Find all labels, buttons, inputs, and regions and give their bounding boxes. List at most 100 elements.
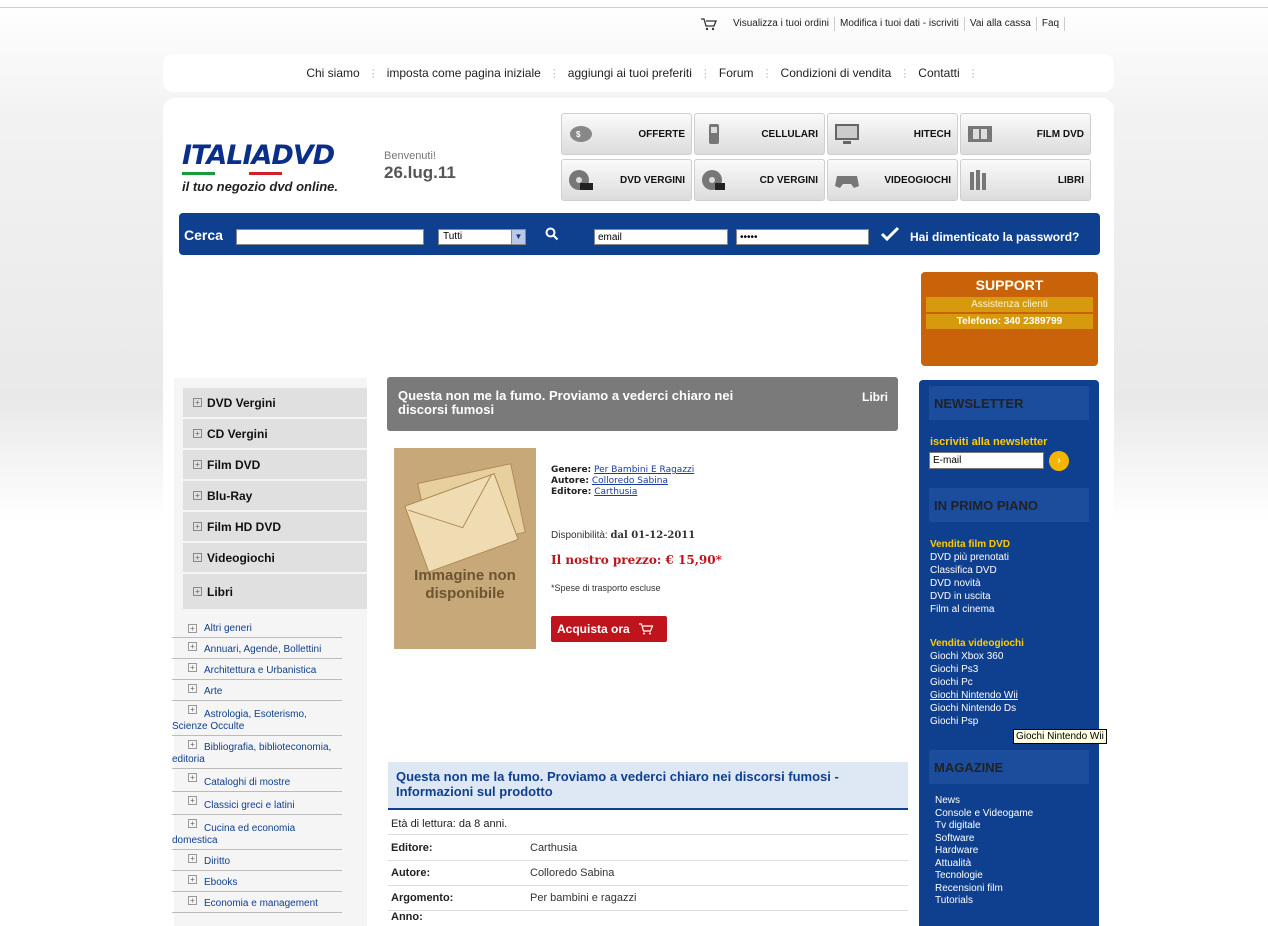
books-icon xyxy=(967,169,993,191)
menu-item-film-hd-dvd[interactable]: + Film HD DVD xyxy=(183,512,367,543)
magazine-item[interactable]: Software xyxy=(935,833,1033,846)
submenu-item[interactable]: + Architettura e Urbanistica xyxy=(172,659,342,680)
password-field[interactable] xyxy=(736,229,869,245)
nav-forum[interactable]: Forum xyxy=(711,66,762,80)
genere-link[interactable]: Per Bambini E Ragazzi xyxy=(594,465,694,475)
libri-submenu: + Altri generi + Annuari, Agende, Bolletti… xyxy=(172,620,342,913)
submenu-item[interactable]: + Cataloghi di mostre xyxy=(172,769,342,792)
table-row: Editore: Carthusia xyxy=(388,836,908,861)
checkmark-icon[interactable] xyxy=(880,226,900,242)
search-icon[interactable] xyxy=(545,227,559,241)
toplink-checkout[interactable]: Vai alla cassa xyxy=(965,17,1037,31)
toplink-orders[interactable]: Visualizza i tuoi ordini xyxy=(728,17,835,31)
no-image-text: Immagine non disponibile xyxy=(414,567,516,602)
nav-contacts[interactable]: Contatti xyxy=(910,66,967,80)
newsletter-email-input[interactable] xyxy=(929,452,1044,469)
site-logo[interactable]: ITALIADVD il tuo negozio dvd online. xyxy=(182,140,338,194)
submenu-item[interactable]: + Economia e management xyxy=(172,892,342,913)
menu-label: Film DVD xyxy=(207,457,261,472)
category-libri[interactable]: LIBRI xyxy=(960,159,1091,201)
magazine-links: News Console e Videogame Tv digitale Sof… xyxy=(935,795,1033,908)
menu-item-libri[interactable]: + Libri xyxy=(183,574,367,611)
submenu-item[interactable]: + Diritto xyxy=(172,850,342,871)
expand-icon: + xyxy=(193,460,202,469)
spec-key: Autore: xyxy=(391,867,431,879)
film-group-heading[interactable]: Vendita film DVD xyxy=(930,538,1010,551)
search-category-select[interactable]: Tutti ▼ xyxy=(438,229,526,245)
category-film-dvd[interactable]: FILM DVD xyxy=(960,113,1091,155)
menu-item-film-dvd[interactable]: + Film DVD xyxy=(183,450,367,481)
top-border xyxy=(0,0,1268,8)
product-category[interactable]: Libri xyxy=(862,390,888,404)
nav-homepage[interactable]: imposta come pagina iniziale xyxy=(379,66,549,80)
gamepad-icon xyxy=(834,169,860,191)
nav-conditions[interactable]: Condizioni di vendita xyxy=(773,66,900,80)
link-nintendo-wii[interactable]: Giochi Nintendo Wii xyxy=(930,689,1024,702)
submenu-item[interactable]: + Classici greci e latini xyxy=(172,792,342,815)
magazine-item[interactable]: Console e Videogame xyxy=(935,808,1033,821)
category-cellulari[interactable]: CELLULARI xyxy=(694,113,825,155)
link-pc[interactable]: Giochi Pc xyxy=(930,676,1024,689)
magazine-item[interactable]: Hardware xyxy=(935,845,1033,858)
games-group-heading[interactable]: Vendita videogiochi xyxy=(930,637,1024,650)
magazine-item[interactable]: Attualità xyxy=(935,858,1033,871)
submenu-item[interactable]: + Astrologia, Esoterismo, Scienze Occulte xyxy=(172,701,342,736)
magazine-item[interactable]: Tecnologie xyxy=(935,870,1033,883)
toplink-profile[interactable]: Modifica i tuoi dati - iscriviti xyxy=(835,17,965,31)
genere-label: Genere: xyxy=(551,465,592,475)
menu-label: Videogiochi xyxy=(207,550,275,565)
category-dvd-vergini[interactable]: DVD VERGINI xyxy=(561,159,692,201)
menu-item-dvd-vergini[interactable]: + DVD Vergini xyxy=(183,388,367,419)
expand-icon: + xyxy=(188,684,197,693)
category-label: CELLULARI xyxy=(761,128,818,140)
editore-link[interactable]: Carthusia xyxy=(594,487,637,497)
editore-label: Editore: xyxy=(551,487,592,497)
menu-item-cd-vergini[interactable]: + CD Vergini xyxy=(183,419,367,450)
submenu-item[interactable]: + Ebooks xyxy=(172,871,342,892)
spec-value: Per bambini e ragazzi xyxy=(530,892,637,904)
link-psp[interactable]: Giochi Psp xyxy=(930,715,1024,728)
magazine-item[interactable]: News xyxy=(935,795,1033,808)
link-dvd-novita[interactable]: DVD novità xyxy=(930,577,1010,590)
nav-chi-siamo[interactable]: Chi siamo xyxy=(298,66,367,80)
cart-icon[interactable] xyxy=(700,17,718,31)
link-film-al-cinema[interactable]: Film al cinema xyxy=(930,603,1010,616)
link-xbox-360[interactable]: Giochi Xbox 360 xyxy=(930,650,1024,663)
submenu-item[interactable]: + Bibliografia, biblioteconomia, editoria xyxy=(172,736,342,769)
forgot-password-link[interactable]: Hai dimenticato la password? xyxy=(910,230,1079,244)
magazine-item[interactable]: Recensioni film xyxy=(935,883,1033,896)
autore-link[interactable]: Colloredo Sabina xyxy=(592,476,668,486)
link-nintendo-ds[interactable]: Giochi Nintendo Ds xyxy=(930,702,1024,715)
games-links: Vendita videogiochi Giochi Xbox 360 Gioc… xyxy=(930,637,1024,728)
newsletter-submit-button[interactable]: › xyxy=(1049,451,1069,471)
magazine-item[interactable]: Tv digitale xyxy=(935,820,1033,833)
submenu-item[interactable]: + Cucina ed economia domestica xyxy=(172,815,342,850)
search-input[interactable] xyxy=(236,229,424,245)
nav-favorites[interactable]: aggiungi ai tuoi preferiti xyxy=(560,66,700,80)
email-field[interactable] xyxy=(594,229,728,245)
magazine-item[interactable]: Tutorials xyxy=(935,895,1033,908)
link-ps3[interactable]: Giochi Ps3 xyxy=(930,663,1024,676)
welcome-greeting: Benvenuti! xyxy=(384,150,436,162)
submenu-item[interactable]: + Annuari, Agende, Bollettini xyxy=(172,638,342,659)
support-title: SUPPORT xyxy=(975,277,1044,293)
buy-now-button[interactable]: Acquista ora xyxy=(551,616,667,642)
menu-item-videogiochi[interactable]: + Videogiochi xyxy=(183,543,367,574)
link-dvd-in-uscita[interactable]: DVD in uscita xyxy=(930,590,1010,603)
category-label: DVD VERGINI xyxy=(619,174,685,186)
logo-brand: ITALIADVD xyxy=(182,140,335,171)
category-hitech[interactable]: HITECH xyxy=(827,113,958,155)
cd-disc-icon xyxy=(701,169,727,191)
toplink-faq[interactable]: Faq xyxy=(1037,17,1066,31)
expand-icon: + xyxy=(193,429,202,438)
category-videogiochi[interactable]: VIDEOGIOCHI xyxy=(827,159,958,201)
submenu-item[interactable]: + Altri generi xyxy=(172,620,342,638)
link-classifica-dvd[interactable]: Classifica DVD xyxy=(930,564,1010,577)
submenu-item[interactable]: + Arte xyxy=(172,680,342,701)
product-meta: Genere: Per Bambini E Ragazzi Autore: Co… xyxy=(551,465,694,498)
link-dvd-prenotati[interactable]: DVD più prenotati xyxy=(930,551,1010,564)
menu-item-blu-ray[interactable]: + Blu-Ray xyxy=(183,481,367,512)
expand-icon: + xyxy=(188,642,197,651)
category-offerte[interactable]: $ OFFERTE xyxy=(561,113,692,155)
category-cd-vergini[interactable]: CD VERGINI xyxy=(694,159,825,201)
